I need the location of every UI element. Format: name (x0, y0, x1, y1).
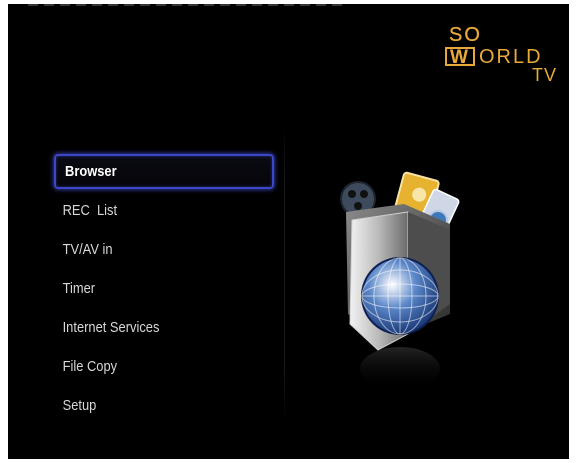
menu-item-label: Browser (65, 163, 117, 180)
menu-item-tv-av-in[interactable]: TV/AV in (54, 232, 236, 267)
menu-item-label: REC List (62, 202, 118, 219)
logo-so: SO (449, 24, 482, 46)
logo-w-box: W (445, 47, 475, 68)
logo-w: W (450, 47, 468, 68)
menu-item-setup[interactable]: Setup (54, 388, 236, 423)
menu-item-label: TV/AV in (62, 241, 113, 258)
menu-item-browser[interactable]: Browser (54, 154, 274, 189)
menu-item-label: Internet Services (62, 319, 160, 336)
menu-item-file-copy[interactable]: File Copy (54, 349, 236, 384)
menu-item-label: Timer (62, 280, 96, 297)
menu-item-timer[interactable]: Timer (54, 271, 236, 306)
media-folder-globe-icon (340, 171, 460, 391)
soworld-tv-logo: SO W ORLD TV (443, 24, 563, 85)
panel-divider (284, 124, 285, 424)
top-border-dashes (28, 4, 348, 6)
tv-menu-screen: SO W ORLD TV Browser REC List TV/AV in T… (8, 4, 569, 459)
menu-item-rec-list[interactable]: REC List (54, 193, 236, 228)
menu-item-label: File Copy (62, 358, 118, 375)
menu-item-internet-services[interactable]: Internet Services (54, 310, 236, 345)
main-menu: Browser REC List TV/AV in Timer Internet… (54, 154, 274, 427)
menu-item-label: Setup (62, 397, 97, 414)
logo-tv: TV (531, 65, 557, 85)
